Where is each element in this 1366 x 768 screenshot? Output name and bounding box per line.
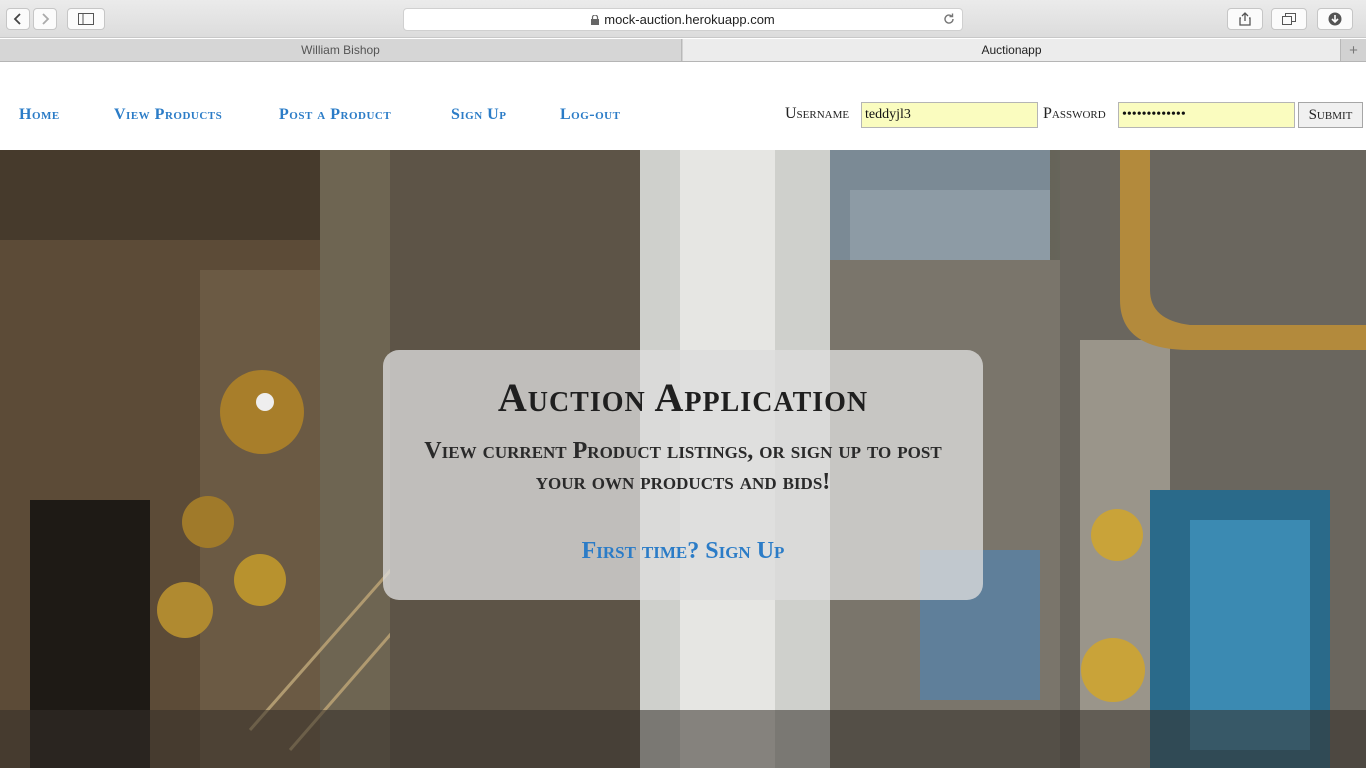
lock-icon xyxy=(591,14,600,25)
back-icon xyxy=(13,13,21,25)
nav-view-products[interactable]: View Products xyxy=(114,106,222,124)
back-button[interactable] xyxy=(6,8,30,30)
download-icon xyxy=(1328,12,1342,26)
password-field[interactable] xyxy=(1118,102,1295,128)
tab-bar: William Bishop Auctionapp + xyxy=(0,39,1366,62)
browser-toolbar: mock-auction.herokuapp.com xyxy=(0,0,1366,38)
tabs-icon xyxy=(1282,13,1296,25)
password-label: Password xyxy=(1043,105,1106,122)
tab-overview-button[interactable] xyxy=(1271,8,1307,30)
sidebar-button[interactable] xyxy=(67,8,105,30)
url-text: mock-auction.herokuapp.com xyxy=(604,12,775,27)
address-bar[interactable]: mock-auction.herokuapp.com xyxy=(403,8,963,31)
site-navbar: Home View Products Post a Product Sign U… xyxy=(0,62,1366,150)
share-icon xyxy=(1239,12,1251,26)
sidebar-icon xyxy=(78,13,94,25)
hero-subtitle: View current Product listings, or sign u… xyxy=(424,438,942,495)
nav-sign-up[interactable]: Sign Up xyxy=(451,106,506,124)
new-tab-button[interactable]: + xyxy=(1340,39,1366,61)
tab-william-bishop[interactable]: William Bishop xyxy=(0,39,682,61)
username-label: Username xyxy=(785,105,850,122)
tab-label: William Bishop xyxy=(301,43,380,57)
username-field[interactable] xyxy=(861,102,1038,128)
plus-icon: + xyxy=(1349,41,1358,59)
hero-card: Auction Application View current Product… xyxy=(383,350,983,600)
downloads-button[interactable] xyxy=(1317,8,1353,30)
share-button[interactable] xyxy=(1227,8,1263,30)
reload-icon[interactable] xyxy=(942,12,956,26)
hero-title: Auction Application xyxy=(497,375,869,420)
submit-button[interactable]: Submit xyxy=(1298,102,1363,128)
signup-cta-link[interactable]: First time? Sign Up xyxy=(383,538,983,565)
tab-auctionapp[interactable]: Auctionapp xyxy=(683,39,1340,61)
forward-button[interactable] xyxy=(33,8,57,30)
nav-log-out[interactable]: Log-out xyxy=(560,106,620,124)
nav-post-product[interactable]: Post a Product xyxy=(279,106,391,124)
tab-label: Auctionapp xyxy=(981,43,1042,57)
hero-section: Auction Application View current Product… xyxy=(0,150,1366,768)
forward-icon xyxy=(42,13,50,25)
nav-home[interactable]: Home xyxy=(19,106,60,124)
